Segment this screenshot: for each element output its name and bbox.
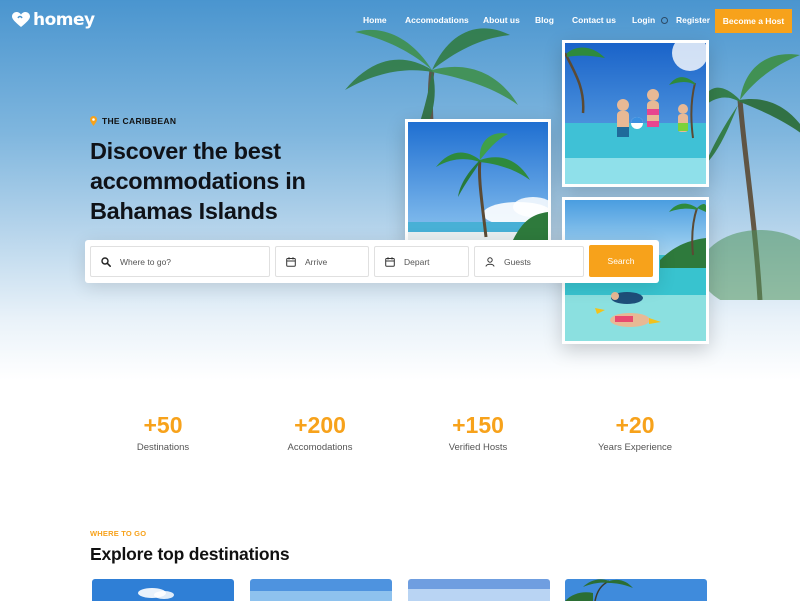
stat-years-experience: +20 Years Experience bbox=[560, 410, 710, 453]
depart-placeholder: Depart bbox=[404, 256, 430, 267]
stat-label: Destinations bbox=[136, 442, 190, 453]
stat-label: Accomodations bbox=[287, 442, 353, 453]
nav-blog[interactable]: Blog bbox=[535, 15, 554, 25]
nav-links: Home Accomodations About us Blog Contact… bbox=[0, 15, 800, 29]
search-icon bbox=[101, 256, 111, 267]
destination-card[interactable] bbox=[565, 579, 707, 601]
become-host-button[interactable]: Become a Host bbox=[715, 9, 792, 33]
search-bar: Where to go? Arrive Depart Guests Search bbox=[85, 240, 659, 283]
stat-label: Verified Hosts bbox=[448, 442, 508, 453]
hero-photo-family-beach bbox=[562, 40, 709, 187]
stat-value: +150 bbox=[452, 412, 504, 438]
destination-card[interactable] bbox=[92, 579, 234, 601]
calendar-icon bbox=[286, 256, 296, 267]
depart-date-input[interactable]: Depart bbox=[374, 246, 469, 277]
nav-accomodations[interactable]: Accomodations bbox=[405, 15, 469, 25]
nav-register[interactable]: Register bbox=[676, 15, 710, 25]
destination-card[interactable] bbox=[250, 579, 392, 601]
nav-home[interactable]: Home bbox=[363, 15, 387, 25]
hero-title: Discover the best accommodations in Baha… bbox=[90, 138, 306, 224]
destination-card[interactable] bbox=[408, 579, 550, 601]
nav-login[interactable]: Login bbox=[632, 15, 655, 25]
hero-location-label: THE CARIBBEAN bbox=[102, 116, 177, 126]
stat-value: +20 bbox=[615, 412, 655, 438]
map-pin-icon bbox=[90, 116, 97, 126]
stat-value: +200 bbox=[294, 412, 346, 438]
where-input[interactable]: Where to go? bbox=[90, 246, 270, 277]
destinations-eyebrow: WHERE TO GO bbox=[90, 529, 147, 538]
stat-destinations: +50 Destinations bbox=[88, 410, 238, 453]
where-placeholder: Where to go? bbox=[120, 256, 172, 267]
arrive-placeholder: Arrive bbox=[305, 256, 328, 267]
calendar-icon bbox=[385, 256, 395, 267]
hero-location: THE CARIBBEAN bbox=[90, 116, 176, 126]
nav-contact-us[interactable]: Contact us bbox=[572, 15, 616, 25]
arrive-date-input[interactable]: Arrive bbox=[275, 246, 369, 277]
stat-accomodations: +200 Accomodations bbox=[245, 410, 395, 453]
login-separator-icon bbox=[661, 17, 668, 24]
search-button[interactable]: Search bbox=[589, 245, 653, 277]
nav-about-us[interactable]: About us bbox=[483, 15, 520, 25]
palm-trees-decoration bbox=[700, 54, 800, 300]
guests-placeholder: Guests bbox=[504, 256, 531, 267]
stat-verified-hosts: +150 Verified Hosts bbox=[403, 410, 553, 453]
user-icon bbox=[485, 256, 495, 267]
stat-value: +50 bbox=[143, 412, 183, 438]
top-navigation: homey Home Accomodations About us Blog C… bbox=[0, 0, 800, 42]
hero-photo-palm-beach bbox=[405, 119, 551, 243]
guests-input[interactable]: Guests bbox=[474, 246, 584, 277]
stat-label: Years Experience bbox=[597, 442, 673, 453]
destinations-title: Explore top destinations bbox=[90, 544, 290, 564]
